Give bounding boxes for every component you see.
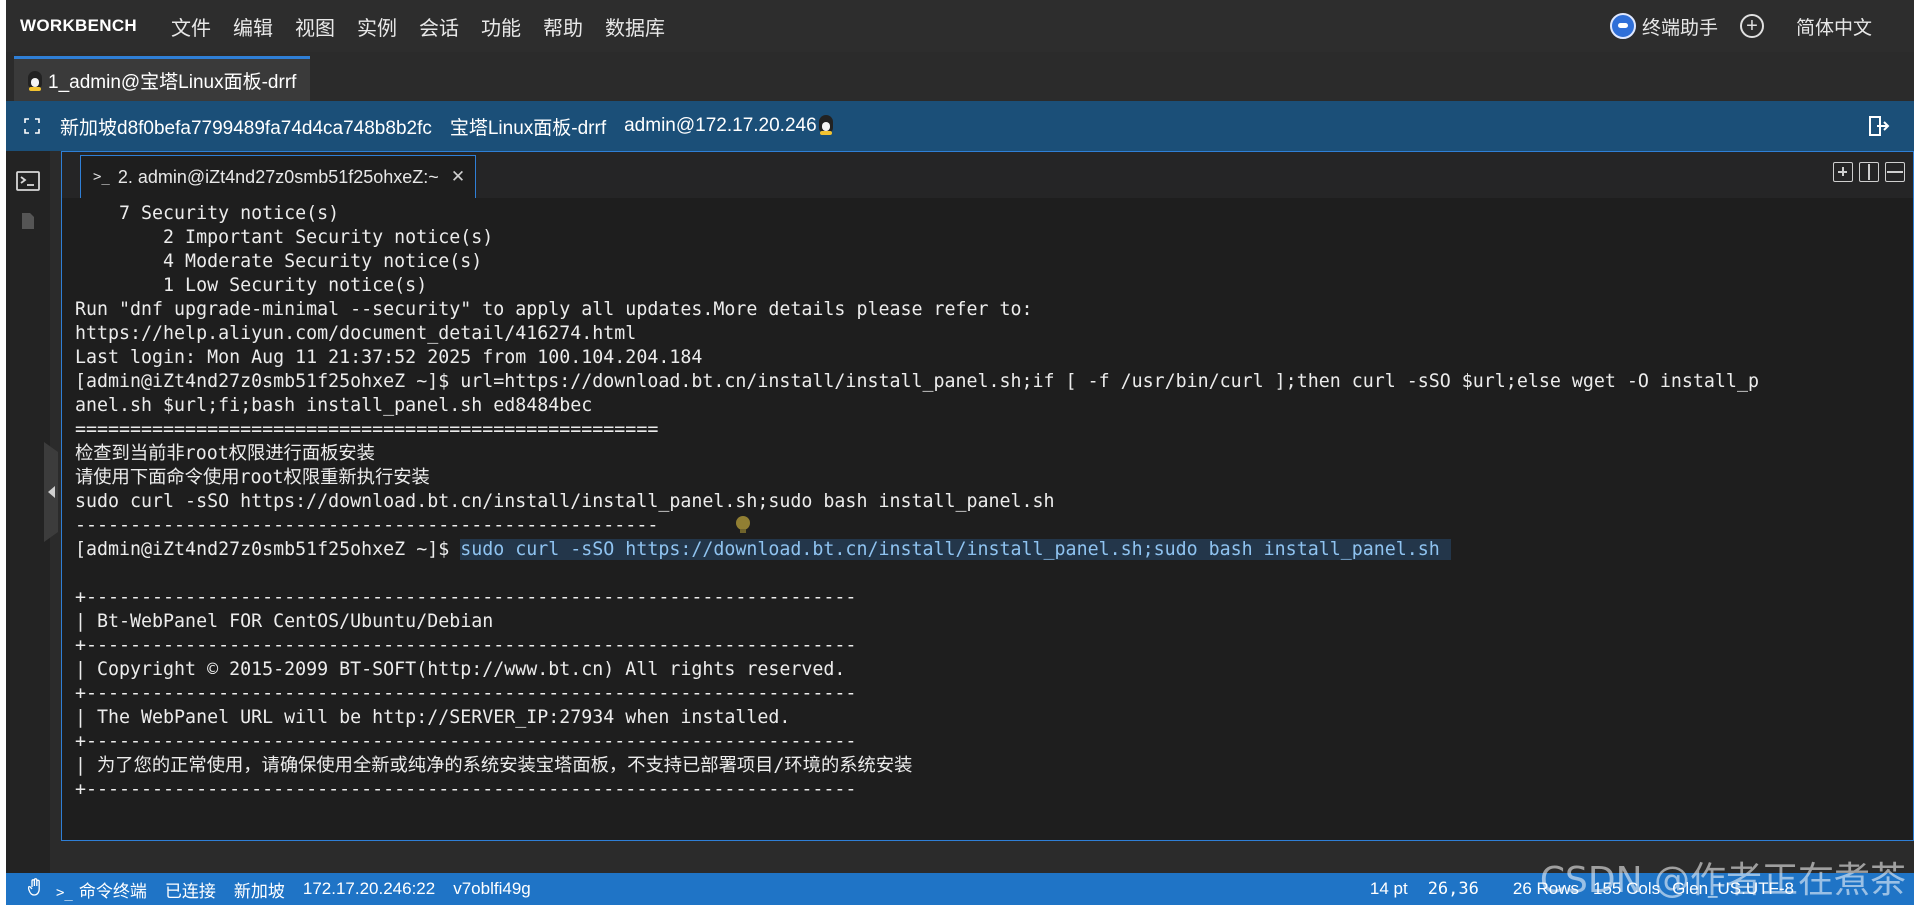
terminal-line: | The WebPanel URL will be http://SERVER… xyxy=(75,707,791,728)
terminal-mode[interactable]: >_ 命令终端 xyxy=(56,877,147,902)
menubar-right: 终端助手 + 简体中文 xyxy=(1609,0,1872,52)
app-window: WORKBENCH 文件 编辑 视图 实例 会话 功能 帮助 数据库 终端助手 … xyxy=(6,0,1914,905)
terminal-line: ========================================… xyxy=(75,419,659,440)
left-sidebar xyxy=(6,151,50,873)
linux-penguin-icon xyxy=(818,115,833,135)
terminal-line: sudo curl -sSO https://download.bt.cn/in… xyxy=(75,491,1055,512)
terminal-line: +---------------------------------------… xyxy=(75,635,857,656)
cursor-position: 26,36 xyxy=(1427,879,1479,899)
terminal-line: anel.sh $url;fi;bash install_panel.sh ed… xyxy=(75,395,593,416)
language-selector[interactable]: 简体中文 xyxy=(1796,13,1872,40)
statusbar: >_ 命令终端 已连接 新加坡 172.17.20.246:22 v7oblfi4… xyxy=(6,873,1914,905)
linux-penguin-icon xyxy=(28,71,42,91)
terminal-line: 1 Low Security notice(s) xyxy=(75,275,428,296)
terminal-line: | 为了您的正常使用，请确保使用全新或纯净的系统安装宝塔面板，不支持已部署项目/… xyxy=(75,755,913,776)
terminal-mode-label: 命令终端 xyxy=(78,881,147,901)
terminal-command-line: [admin@iZt4nd27z0smb51f25ohxeZ ~]$ sudo … xyxy=(75,538,1451,562)
menu-instance[interactable]: 实例 xyxy=(357,12,397,41)
menu-database[interactable]: 数据库 xyxy=(605,12,665,41)
terminal-line: Run "dnf upgrade-minimal --security" to … xyxy=(75,299,1033,320)
exit-icon[interactable] xyxy=(1868,115,1890,137)
terminal-line: | Bt-WebPanel FOR CentOS/Ubuntu/Debian xyxy=(75,611,494,632)
terminal-line: 4 Moderate Security notice(s) xyxy=(75,251,483,272)
menu-session[interactable]: 会话 xyxy=(419,12,459,41)
split-horizontal-icon[interactable] xyxy=(1885,162,1905,182)
prompt-icon: >_ xyxy=(56,884,73,901)
terminal-line: [admin@iZt4nd27z0smb51f25ohxeZ ~]$ url=h… xyxy=(75,371,1759,392)
session-tabbar: 1_admin@宝塔Linux面板-drrf xyxy=(6,52,1914,101)
hand-icon[interactable] xyxy=(27,877,42,901)
terminal-line: +---------------------------------------… xyxy=(75,683,857,704)
terminal-tab-label: 2. admin@iZt4nd27z0smb51f25ohxeZ:~ xyxy=(117,166,439,187)
terminal-prompt: [admin@iZt4nd27z0smb51f25ohxeZ ~]$ xyxy=(75,539,461,560)
instance-region-id: 新加坡d8f0befa7799489fa74d4ca748b8b2fc xyxy=(60,117,432,139)
prompt-icon: >_ xyxy=(93,169,110,185)
menu-features[interactable]: 功能 xyxy=(481,12,521,41)
rows-indicator: 26 Rows xyxy=(1512,879,1580,898)
session-id: v7oblfi49g xyxy=(453,879,531,898)
expand-icon[interactable] xyxy=(24,118,40,134)
terminal-tab[interactable]: >_ 2. admin@iZt4nd27z0smb51f25ohxeZ:~ ✕ xyxy=(80,155,477,198)
app-brand: WORKBENCH xyxy=(20,16,137,35)
terminal-tabbar: >_ 2. admin@iZt4nd27z0smb51f25ohxeZ:~ ✕ xyxy=(62,152,1913,198)
terminal-icon[interactable] xyxy=(16,171,40,193)
assistant-label: 终端助手 xyxy=(1641,17,1718,39)
instance-infobar: 新加坡d8f0befa7799489fa74d4ca748b8b2fc 宝塔Li… xyxy=(6,101,1914,151)
split-vertical-icon[interactable] xyxy=(1859,162,1879,182)
terminal-line: Last login: Mon Aug 11 21:37:52 2025 fro… xyxy=(75,347,703,368)
lightbulb-icon[interactable] xyxy=(736,516,750,533)
connection-state: 已连接 xyxy=(164,881,216,901)
terminal-line: +---------------------------------------… xyxy=(75,587,857,608)
terminal-line: 检查到当前非root权限进行面板安装 xyxy=(75,443,375,464)
cols-indicator: 155 Cols xyxy=(1593,879,1661,898)
terminal-line: https://help.aliyun.com/document_detail/… xyxy=(75,323,637,344)
new-pane-icon[interactable] xyxy=(1833,162,1853,182)
terminal-line: 2 Important Security notice(s) xyxy=(75,227,494,248)
chevron-left-icon xyxy=(48,486,55,498)
menu-view[interactable]: 视图 xyxy=(295,12,335,41)
session-tab[interactable]: 1_admin@宝塔Linux面板-drrf xyxy=(14,56,311,101)
statusbar-right: 14 pt 26,36 26 Rows 155 Cols Glen_US.UTF… xyxy=(1370,873,1914,905)
menu-file[interactable]: 文件 xyxy=(171,12,211,41)
terminal-line: +---------------------------------------… xyxy=(75,779,857,800)
instance-name: 宝塔Linux面板-drrf xyxy=(449,117,607,139)
file-icon[interactable] xyxy=(20,211,44,233)
host-address: 172.17.20.246:22 xyxy=(302,879,436,898)
terminal-line: +---------------------------------------… xyxy=(75,731,857,752)
main-menu: 文件 编辑 视图 实例 会话 功能 帮助 数据库 xyxy=(171,12,687,41)
terminal-output[interactable]: 7 Security notice(s) 2 Important Securit… xyxy=(62,198,1913,840)
font-size-indicator[interactable]: 14 pt xyxy=(1370,879,1408,899)
connection-text: admin@172.17.20.246 xyxy=(624,115,817,136)
assistant-icon xyxy=(1609,13,1636,39)
terminal-assistant-button[interactable]: 终端助手 xyxy=(1609,13,1718,40)
terminal-panel: >_ 2. admin@iZt4nd27z0smb51f25ohxeZ:~ ✕ … xyxy=(61,151,1914,841)
terminal-line: 7 Security notice(s) xyxy=(75,203,340,224)
menu-help[interactable]: 帮助 xyxy=(543,12,583,41)
highlighted-command[interactable]: sudo curl -sSO https://download.bt.cn/in… xyxy=(460,539,1451,560)
encoding-indicator[interactable]: Glen_US.UTF-8 xyxy=(1672,879,1794,899)
menu-edit[interactable]: 编辑 xyxy=(233,12,273,41)
menubar: WORKBENCH 文件 编辑 视图 实例 会话 功能 帮助 数据库 终端助手 … xyxy=(6,0,1914,52)
terminal-line: | Copyright © 2015-2099 BT-SOFT(http://w… xyxy=(75,659,846,680)
terminal-toolbar xyxy=(1827,162,1905,182)
terminal-line: 请使用下面命令使用root权限重新执行安装 xyxy=(75,467,430,488)
region-label: 新加坡 xyxy=(233,881,285,901)
session-tab-label: 1_admin@宝塔Linux面板-drrf xyxy=(48,71,297,93)
close-icon[interactable]: ✕ xyxy=(451,167,465,187)
connection-user-host: admin@172.17.20.246 xyxy=(624,115,833,137)
terminal-line: ----------------------------------------… xyxy=(75,515,659,536)
add-circle-icon[interactable]: + xyxy=(1739,14,1764,38)
